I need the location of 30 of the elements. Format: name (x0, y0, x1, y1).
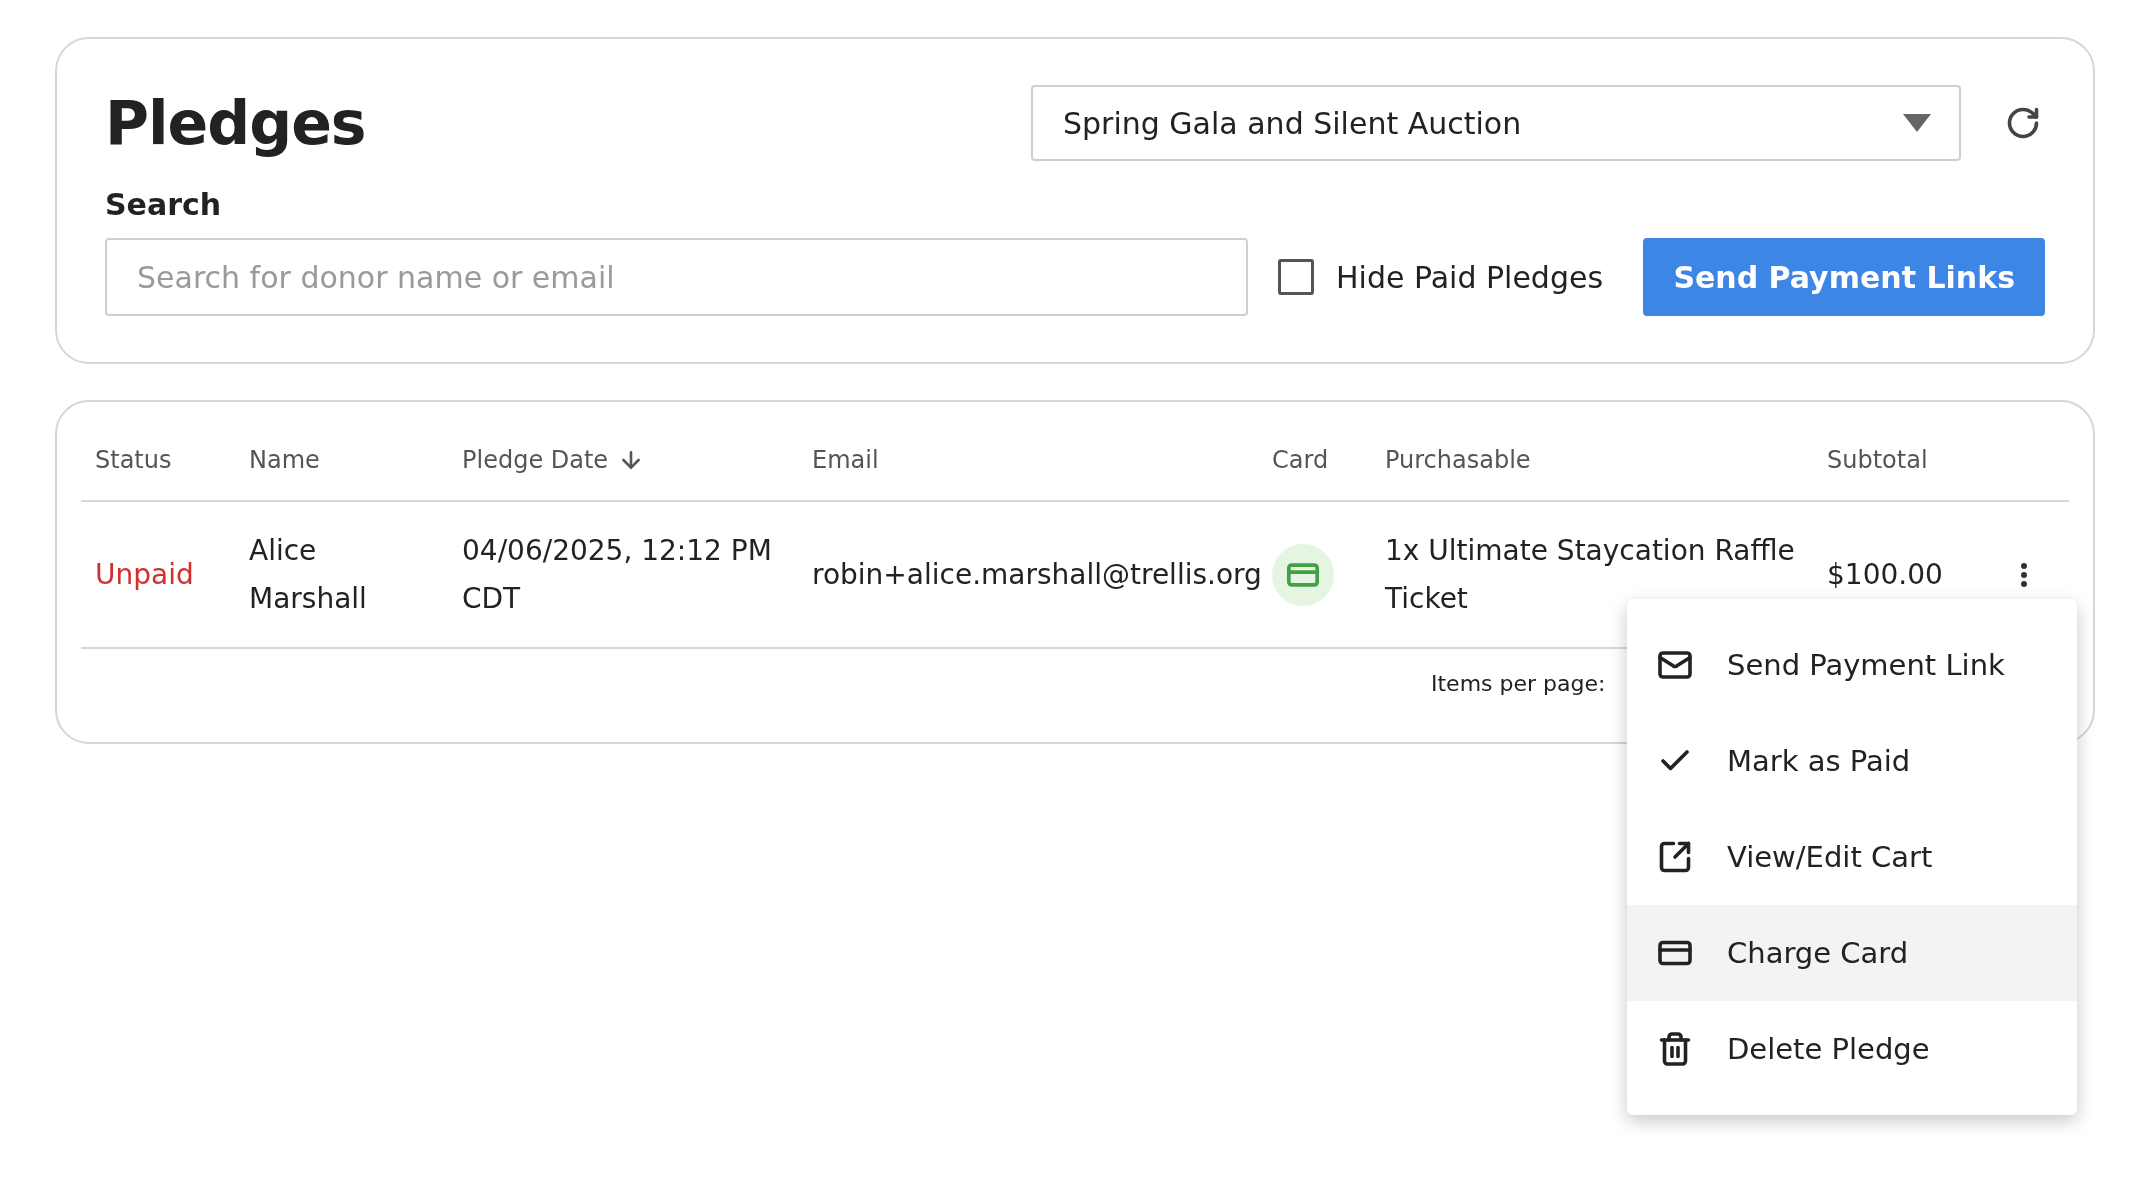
date-cell-text: 04/06/2025, 12:12 PM CDT (462, 532, 773, 617)
status-cell-text: Unpaid (95, 556, 195, 593)
column-header[interactable]: Name (249, 446, 320, 474)
column-header[interactable]: Purchasable (1385, 446, 1531, 474)
menu-item[interactable]: Mark as Paid (1627, 713, 2077, 809)
menu-item[interactable]: Charge Card (1627, 905, 2077, 1001)
event-dropdown[interactable]: Spring Gala and Silent Auction (1031, 85, 1961, 161)
checkbox-icon[interactable] (1278, 259, 1314, 295)
hide-paid-checkbox[interactable]: Hide Paid Pledges (1278, 259, 1604, 295)
column-header[interactable]: Subtotal (1827, 446, 1928, 474)
column-header[interactable]: Pledge Date (462, 446, 609, 474)
column-header[interactable]: Email (812, 446, 879, 474)
more-vertical-icon (2021, 562, 2027, 587)
name-cell-text: Alice Marshall (249, 532, 368, 617)
menu-item[interactable]: Delete Pledge (1627, 1001, 2077, 1097)
menu-item[interactable]: View/Edit Cart (1627, 809, 2077, 905)
search-field[interactable]: Search for donor name or email (105, 238, 1248, 316)
subtotal-cell-text: $100.00 (1827, 556, 1944, 593)
caret-icon (1903, 114, 1931, 132)
menu-item[interactable]: Send Payment Link (1627, 617, 2077, 713)
trash-icon (1657, 1031, 1693, 1067)
items-per-page-label: Items per page: (1431, 671, 1606, 696)
search-label: Search (105, 187, 223, 222)
external-link-icon (1657, 839, 1693, 875)
column-header[interactable]: Status (95, 446, 172, 474)
send-payment-links-button[interactable]: Send Payment Links (1643, 238, 2045, 316)
page-title: Pledges (105, 88, 366, 158)
purchasable-cell-text: 1x Ultimate Staycation Raffle Ticket (1385, 532, 1796, 617)
column-header[interactable]: Card (1272, 446, 1329, 474)
email-cell-text: robin+alice.marshall@trellis.org (812, 556, 1263, 593)
